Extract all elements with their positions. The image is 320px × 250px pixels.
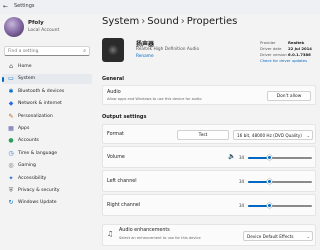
monitor-icon: ▭: [8, 75, 14, 83]
right-channel-card: Right channel 34: [102, 194, 316, 216]
audio-enhancements-description: Select an enhancement to use for this de…: [119, 236, 201, 240]
sidebar-item-label: Home: [18, 64, 32, 69]
window-title: Settings: [14, 3, 35, 9]
rename-link[interactable]: Rename: [136, 54, 154, 59]
breadcrumb: System › Sound › Properties: [102, 16, 237, 27]
left-channel-value: 34: [239, 179, 245, 184]
brush-icon: ✎: [8, 112, 14, 120]
title-bar: ← Settings: [0, 0, 320, 14]
breadcrumb-separator: ›: [180, 16, 185, 27]
format-card: Format Test 16 bit, 48000 Hz (DVD Qualit…: [102, 124, 316, 144]
speaker-icon[interactable]: 🔈: [228, 153, 235, 160]
sidebar-item-gaming[interactable]: ◎ Gaming: [2, 161, 92, 171]
volume-card: Volume 🔈 34: [102, 146, 316, 168]
apps-icon: ▦: [8, 125, 14, 132]
sidebar-item-label: Personalization: [18, 113, 53, 119]
right-channel-value: 34: [239, 203, 245, 208]
dont-allow-button[interactable]: Don't allow: [267, 91, 311, 101]
search-placeholder: Find a setting: [8, 48, 39, 54]
device-subtitle: Realtek High Definition Audio: [136, 47, 200, 52]
sidebar-item-label: Accessibility: [18, 175, 47, 181]
sidebar-item-label: Bluetooth & devices: [18, 88, 65, 94]
sidebar-item-label: Time & language: [18, 150, 58, 156]
chevron-down-icon: ⌄: [306, 234, 310, 239]
home-icon: ⌂: [9, 63, 13, 70]
sidebar-item-label: Accounts: [18, 138, 39, 144]
accessibility-icon: ✦: [8, 174, 14, 182]
sidebar-item-windows-update[interactable]: ↻ Windows Update: [2, 198, 92, 208]
user-name: Pfoly: [28, 20, 44, 26]
back-arrow-icon[interactable]: ←: [3, 3, 8, 10]
globe-icon: ◷: [8, 149, 14, 157]
search-input[interactable]: Find a setting ⌕: [4, 46, 90, 56]
sidebar-item-network-internet[interactable]: ◆ Network & internet: [2, 99, 92, 109]
check-driver-updates-link[interactable]: Check for driver updates: [260, 58, 307, 63]
sidebar-item-system[interactable]: ▭ System: [2, 74, 92, 85]
chevron-down-icon: ⌄: [306, 133, 310, 138]
audio-enhancements-label: Audio enhancements: [119, 228, 170, 233]
audio-card: Audio Allow apps and Windows to use this…: [102, 85, 316, 105]
driver-date-key: Driver date: [260, 46, 282, 51]
provider-key: Provider: [260, 40, 276, 45]
driver-version-key: Driver version: [260, 52, 287, 57]
audio-description: Allow apps and Windows to use this devic…: [107, 97, 202, 101]
sidebar-item-label: System: [18, 76, 36, 82]
volume-slider-thumb[interactable]: [267, 155, 273, 161]
enhancements-dropdown[interactable]: Device Default Effects ⌄: [243, 231, 313, 241]
shield-icon: ⛨: [8, 187, 14, 194]
sidebar-item-label: Gaming: [18, 163, 36, 169]
general-section-title: General: [102, 76, 124, 82]
breadcrumb-sound[interactable]: Sound: [147, 16, 179, 27]
format-label: Format: [107, 132, 124, 137]
user-role: Local Account: [28, 28, 60, 33]
sidebar-item-label: Apps: [18, 126, 30, 131]
search-icon[interactable]: ⌕: [83, 48, 86, 54]
provider-value: Realtek: [288, 40, 305, 45]
network-icon: ◆: [8, 100, 14, 108]
sidebar-item-accounts[interactable]: ● Accounts: [2, 136, 92, 146]
avatar[interactable]: [4, 17, 24, 37]
left-channel-card: Left channel 34: [102, 170, 316, 192]
sidebar-item-label: Windows Update: [18, 200, 57, 206]
sidebar-item-accessibility[interactable]: ✦ Accessibility: [2, 174, 92, 184]
sidebar-item-privacy-security[interactable]: ⛨ Privacy & security: [2, 186, 92, 196]
update-icon: ↻: [8, 199, 14, 207]
enhancements-selected: Device Default Effects: [247, 234, 294, 239]
sidebar-item-apps[interactable]: ▦ Apps: [2, 124, 92, 134]
breadcrumb-separator: ›: [141, 16, 146, 27]
active-indicator: [2, 76, 4, 82]
test-button[interactable]: Test: [177, 130, 229, 140]
enhancements-icon: ♫: [107, 230, 114, 238]
speaker-device-icon: [102, 38, 124, 62]
left-channel-label: Left channel: [107, 179, 137, 184]
format-selected: 16 bit, 48000 Hz (DVD Quality): [237, 133, 302, 138]
sidebar-item-label: Privacy & security: [18, 188, 60, 193]
driver-version-value: 6.0.1.7386: [288, 52, 311, 57]
right-channel-slider-thumb[interactable]: [267, 203, 273, 209]
driver-date-value: 22 Jul 2014: [288, 46, 312, 51]
breadcrumb-properties: Properties: [186, 16, 238, 27]
sidebar-item-personalization[interactable]: ✎ Personalization: [2, 112, 92, 122]
person-icon: ●: [8, 137, 14, 145]
sidebar-item-home[interactable]: ⌂ Home: [2, 62, 92, 72]
format-dropdown[interactable]: 16 bit, 48000 Hz (DVD Quality) ⌄: [233, 130, 313, 140]
device-header: 扬声器 Realtek High Definition Audio Rename…: [102, 36, 316, 68]
output-section-title: Output settings: [102, 114, 147, 120]
sidebar-item-label: Network & internet: [18, 101, 62, 107]
volume-value: 34: [239, 155, 245, 160]
speaker-cone: [107, 44, 119, 56]
sidebar-item-bluetooth-devices[interactable]: ✱ Bluetooth & devices: [2, 87, 92, 97]
audio-label: Audio: [107, 90, 121, 95]
volume-label: Volume: [107, 155, 125, 160]
bluetooth-icon: ✱: [8, 87, 14, 95]
audio-enhancements-card: ♫ Audio enhancements Select an enhanceme…: [102, 224, 316, 246]
gamepad-icon: ◎: [8, 162, 14, 170]
right-channel-label: Right channel: [107, 203, 141, 208]
sidebar-item-time-language[interactable]: ◷ Time & language: [2, 149, 92, 159]
breadcrumb-system[interactable]: System: [102, 16, 139, 27]
left-channel-slider-thumb[interactable]: [267, 179, 273, 185]
